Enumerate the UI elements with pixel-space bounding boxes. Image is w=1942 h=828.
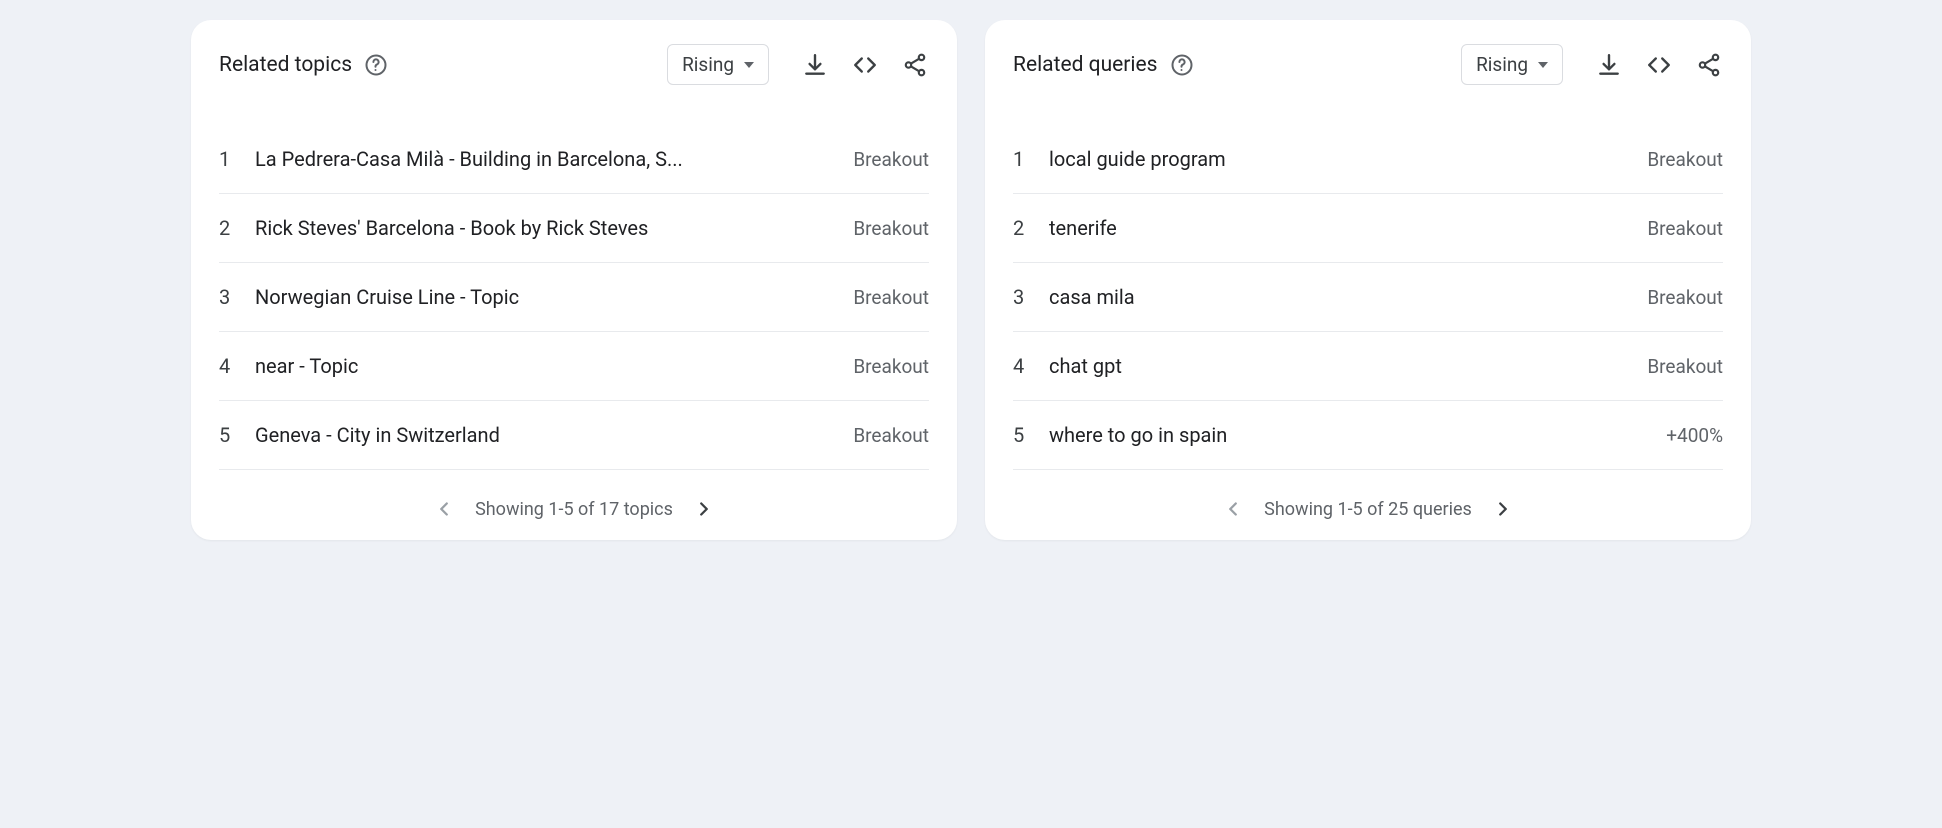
topic-metric: Breakout	[853, 148, 929, 171]
topics-sort-label: Rising	[682, 53, 734, 76]
query-label: tenerife	[1049, 216, 1629, 240]
list-item[interactable]: 2 tenerife Breakout	[1013, 194, 1723, 263]
rank: 2	[1013, 216, 1031, 240]
related-queries-header: Related queries Rising	[1013, 44, 1723, 85]
rank: 1	[219, 147, 237, 171]
query-metric: Breakout	[1647, 217, 1723, 240]
queries-pager: Showing 1-5 of 25 queries	[1013, 498, 1723, 520]
query-metric: Breakout	[1647, 148, 1723, 171]
pager-text: Showing 1-5 of 25 queries	[1264, 499, 1472, 520]
list-item[interactable]: 1 La Pedrera-Casa Milà - Building in Bar…	[219, 125, 929, 194]
embed-icon[interactable]	[851, 51, 879, 79]
list-item[interactable]: 5 Geneva - City in Switzerland Breakout	[219, 401, 929, 470]
queries-list: 1 local guide program Breakout 2 tenerif…	[1013, 125, 1723, 470]
help-icon[interactable]	[1170, 53, 1194, 77]
related-queries-title: Related queries	[1013, 53, 1158, 77]
topics-pager: Showing 1-5 of 17 topics	[219, 498, 929, 520]
rank: 4	[1013, 354, 1031, 378]
queries-sort-label: Rising	[1476, 53, 1528, 76]
pager-next-icon[interactable]	[693, 498, 715, 520]
rank: 3	[219, 285, 237, 309]
topic-metric: Breakout	[853, 217, 929, 240]
related-panels-container: Related topics Rising	[191, 20, 1751, 540]
query-metric: Breakout	[1647, 286, 1723, 309]
pager-prev-icon[interactable]	[433, 498, 455, 520]
rank: 1	[1013, 147, 1031, 171]
pager-next-icon[interactable]	[1492, 498, 1514, 520]
query-metric: +400%	[1666, 424, 1723, 447]
topic-label: Rick Steves' Barcelona - Book by Rick St…	[255, 216, 835, 240]
related-topics-card: Related topics Rising	[191, 20, 957, 540]
share-icon[interactable]	[1695, 51, 1723, 79]
caret-down-icon	[1538, 62, 1548, 68]
queries-sort-selector[interactable]: Rising	[1461, 44, 1563, 85]
related-topics-title: Related topics	[219, 53, 352, 77]
rank: 4	[219, 354, 237, 378]
related-topics-header: Related topics Rising	[219, 44, 929, 85]
rank: 2	[219, 216, 237, 240]
topics-action-icons	[801, 51, 929, 79]
query-label: chat gpt	[1049, 354, 1629, 378]
topic-label: Geneva - City in Switzerland	[255, 423, 835, 447]
list-item[interactable]: 3 casa mila Breakout	[1013, 263, 1723, 332]
download-icon[interactable]	[1595, 51, 1623, 79]
rank: 5	[1013, 423, 1031, 447]
list-item[interactable]: 5 where to go in spain +400%	[1013, 401, 1723, 470]
query-label: casa mila	[1049, 285, 1629, 309]
list-item[interactable]: 4 chat gpt Breakout	[1013, 332, 1723, 401]
pager-prev-icon[interactable]	[1222, 498, 1244, 520]
rank: 3	[1013, 285, 1031, 309]
download-icon[interactable]	[801, 51, 829, 79]
list-item[interactable]: 2 Rick Steves' Barcelona - Book by Rick …	[219, 194, 929, 263]
embed-icon[interactable]	[1645, 51, 1673, 79]
queries-action-icons	[1595, 51, 1723, 79]
topic-label: Norwegian Cruise Line - Topic	[255, 285, 835, 309]
query-label: local guide program	[1049, 147, 1629, 171]
list-item[interactable]: 4 near - Topic Breakout	[219, 332, 929, 401]
rank: 5	[219, 423, 237, 447]
topics-sort-selector[interactable]: Rising	[667, 44, 769, 85]
related-queries-card: Related queries Rising	[985, 20, 1751, 540]
topic-label: La Pedrera-Casa Milà - Building in Barce…	[255, 147, 835, 171]
topic-metric: Breakout	[853, 355, 929, 378]
help-icon[interactable]	[364, 53, 388, 77]
list-item[interactable]: 3 Norwegian Cruise Line - Topic Breakout	[219, 263, 929, 332]
pager-text: Showing 1-5 of 17 topics	[475, 499, 673, 520]
topic-metric: Breakout	[853, 286, 929, 309]
list-item[interactable]: 1 local guide program Breakout	[1013, 125, 1723, 194]
query-metric: Breakout	[1647, 355, 1723, 378]
topics-list: 1 La Pedrera-Casa Milà - Building in Bar…	[219, 125, 929, 470]
caret-down-icon	[744, 62, 754, 68]
share-icon[interactable]	[901, 51, 929, 79]
topic-label: near - Topic	[255, 354, 835, 378]
topic-metric: Breakout	[853, 424, 929, 447]
query-label: where to go in spain	[1049, 423, 1648, 447]
